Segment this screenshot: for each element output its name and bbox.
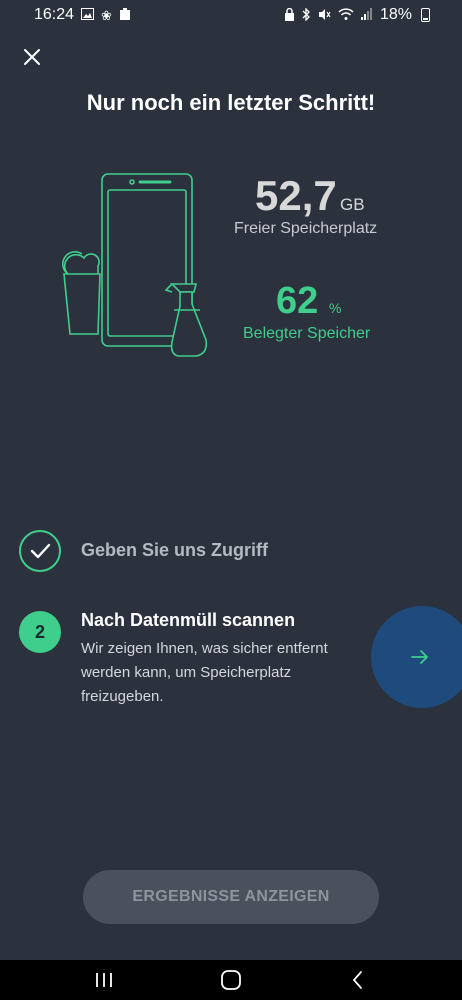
checkmark-icon: [30, 543, 51, 559]
mute-icon: [318, 8, 331, 23]
wifi-icon: [338, 8, 354, 22]
navigation-bar: [0, 960, 462, 1000]
status-bar: 16:24 ❀ 18%: [0, 0, 462, 30]
battery-percent: 18%: [379, 6, 412, 23]
step-number-badge: 2: [19, 611, 61, 653]
free-storage-label: Freier Speicherplatz: [234, 220, 378, 237]
fan-icon: ❀: [101, 7, 112, 23]
back-button[interactable]: [338, 965, 378, 995]
bluetooth-icon: [302, 6, 311, 23]
step-scan-description: Wir zeigen Ihnen, was sicher entfernt we…: [81, 640, 328, 705]
free-storage-unit: GB: [340, 195, 365, 214]
step-scan-title: Nach Datenmüll scannen: [81, 610, 296, 630]
home-icon: [221, 970, 241, 990]
free-storage-value: 52,7: [255, 172, 337, 219]
lock-icon: [284, 7, 295, 23]
page-title: Nur noch ein letzter Schritt!: [86, 90, 376, 115]
arrow-right-icon: [411, 650, 428, 664]
step-access-label: Geben Sie uns Zugriff: [81, 540, 269, 560]
show-results-button[interactable]: ERGEBNISSE ANZEIGEN: [83, 870, 379, 924]
used-storage-value: 62: [276, 280, 319, 322]
status-left: 16:24 ❀: [34, 6, 131, 24]
recent-apps-icon: [95, 973, 112, 987]
status-right: 18%: [284, 6, 430, 24]
image-icon: [81, 8, 95, 22]
back-icon: [353, 971, 363, 989]
home-button[interactable]: [211, 965, 251, 995]
close-icon: [24, 49, 40, 65]
status-time: 16:24: [34, 6, 75, 23]
close-button[interactable]: [20, 45, 44, 69]
used-storage-unit: %: [329, 300, 342, 316]
phone-cleaning-illustration: [60, 170, 220, 360]
screen: 16:24 ❀ 18% Nur noch ein letzter Schritt…: [0, 0, 462, 1000]
recent-apps-button[interactable]: [84, 965, 124, 995]
used-storage-label: Belegter Speicher: [243, 325, 371, 342]
signal-icon: [360, 8, 373, 22]
next-step-button[interactable]: [371, 606, 462, 708]
clipboard-icon: [119, 7, 131, 23]
step-done-indicator: [19, 530, 61, 572]
battery-icon: [421, 8, 430, 22]
